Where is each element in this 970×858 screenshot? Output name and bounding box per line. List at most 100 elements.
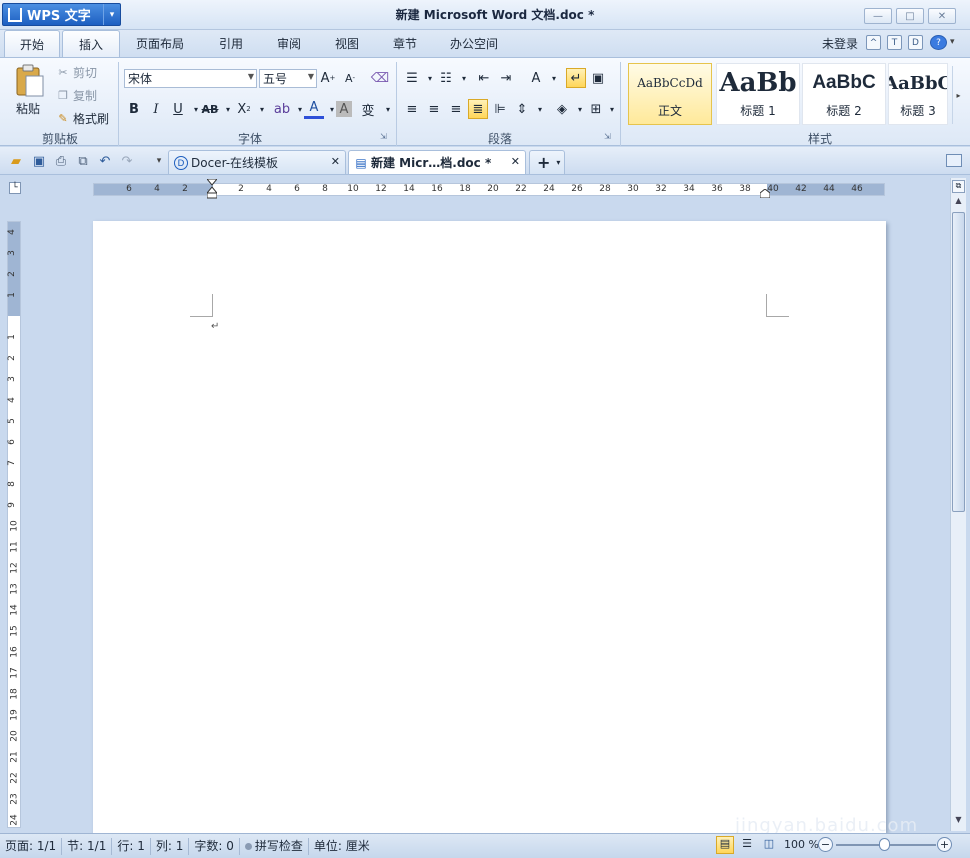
- zoom-in-icon[interactable]: +: [937, 837, 952, 852]
- status-unit[interactable]: 单位: 厘米: [309, 838, 375, 855]
- undo-icon[interactable]: ↶: [96, 152, 114, 170]
- increase-indent-icon[interactable]: ⇥: [496, 68, 516, 88]
- clear-format-icon[interactable]: ⌫: [370, 68, 390, 88]
- font-name-select[interactable]: 宋体 ▼: [124, 69, 257, 88]
- tab-office-space[interactable]: 办公空间: [440, 30, 508, 57]
- zoom-out-icon[interactable]: −: [818, 837, 833, 852]
- login-status[interactable]: 未登录: [822, 35, 858, 52]
- numbered-list-icon[interactable]: ☷: [436, 68, 456, 88]
- borders-dropdown-icon[interactable]: ▾: [602, 99, 622, 119]
- show-marks-icon[interactable]: ↵: [566, 68, 586, 88]
- collapse-ribbon-icon[interactable]: ^: [866, 35, 881, 50]
- tab-stop-selector-icon[interactable]: └: [9, 182, 21, 194]
- new-tab-dropdown-icon[interactable]: ▾: [556, 158, 560, 167]
- style-heading-1[interactable]: AaBb 标题 1: [716, 63, 800, 125]
- italic-icon[interactable]: I: [146, 99, 166, 119]
- phonetic-dropdown-icon[interactable]: ▾: [378, 99, 398, 119]
- maximize-button[interactable]: □: [896, 8, 924, 24]
- font-dialog-launcher-icon[interactable]: ⇲: [380, 132, 387, 141]
- indent-marker-icon[interactable]: [205, 178, 219, 199]
- tab-list-icon[interactable]: [946, 154, 962, 167]
- underline-icon[interactable]: U: [168, 99, 188, 119]
- align-left-icon[interactable]: ≡: [402, 99, 422, 119]
- decrease-indent-icon[interactable]: ⇤: [474, 68, 494, 88]
- scroll-thumb[interactable]: [952, 212, 965, 512]
- shrink-font-icon[interactable]: A-: [340, 68, 360, 88]
- shading-bucket-icon[interactable]: ◈: [552, 99, 572, 119]
- close-window-button[interactable]: ✕: [928, 8, 956, 24]
- paragraph-dialog-launcher-icon[interactable]: ⇲: [604, 132, 611, 141]
- align-right-icon[interactable]: ≡: [446, 99, 466, 119]
- status-page[interactable]: 页面: 1/1: [0, 837, 63, 855]
- distributed-align-icon[interactable]: ⊫: [490, 99, 510, 119]
- script-dropdown-icon[interactable]: ▾: [252, 99, 272, 119]
- superscript-icon[interactable]: X2: [234, 99, 254, 119]
- help-icon[interactable]: ?: [930, 35, 947, 50]
- strikethrough-icon[interactable]: AB: [200, 99, 220, 119]
- numbered-dropdown-icon[interactable]: ▾: [454, 68, 474, 88]
- zoom-level[interactable]: 100 %: [784, 838, 819, 851]
- style-heading-2[interactable]: AaBbC 标题 2: [802, 63, 886, 125]
- line-spacing-icon[interactable]: ⇕: [512, 99, 532, 119]
- tab-page-layout[interactable]: 页面布局: [126, 30, 194, 57]
- redo-icon[interactable]: ↷: [118, 152, 136, 170]
- align-center-icon[interactable]: ≡: [424, 99, 444, 119]
- outline-view-icon[interactable]: ☰: [738, 837, 756, 855]
- doc-tab-docer[interactable]: D Docer-在线模板 ✕: [168, 150, 346, 174]
- copy-button[interactable]: ❐ 复制: [56, 87, 97, 104]
- minimize-button[interactable]: —: [864, 8, 892, 24]
- text-box-icon[interactable]: ▣: [588, 68, 608, 88]
- app-menu-dropdown-icon[interactable]: ▾: [103, 4, 120, 25]
- skin-icon[interactable]: T: [887, 35, 902, 50]
- page-view-icon[interactable]: ▤: [716, 836, 734, 854]
- style-heading-3[interactable]: AaBbC 标题 3: [888, 63, 948, 125]
- new-tab-button[interactable]: + ▾: [529, 150, 565, 174]
- line-spacing-dropdown-icon[interactable]: ▾: [530, 99, 550, 119]
- font-size-select[interactable]: 五号 ▼: [259, 69, 317, 88]
- format-painter-button[interactable]: ✎ 格式刷: [56, 110, 109, 127]
- docer-icon[interactable]: D: [908, 35, 923, 50]
- tab-review[interactable]: 审阅: [262, 30, 316, 57]
- save-icon[interactable]: ▣: [30, 152, 48, 170]
- open-icon[interactable]: ▰: [7, 152, 25, 170]
- scroll-up-icon[interactable]: ▲: [952, 196, 965, 209]
- help-dropdown-icon[interactable]: ▾: [950, 37, 955, 47]
- bold-icon[interactable]: B: [124, 99, 144, 119]
- char-shading-icon[interactable]: A: [336, 101, 352, 117]
- tab-sections[interactable]: 章节: [378, 30, 432, 57]
- print-icon[interactable]: ⎙: [52, 152, 70, 170]
- status-word-count[interactable]: 字数: 0: [189, 837, 240, 855]
- scroll-down-icon[interactable]: ▼: [952, 815, 965, 828]
- phonetic-guide-icon[interactable]: 变: [358, 99, 378, 119]
- style-normal[interactable]: AaBbCcDd 正文: [628, 63, 712, 125]
- paste-label[interactable]: 粘贴: [16, 100, 40, 117]
- cut-button[interactable]: ✂ 剪切: [56, 64, 97, 81]
- close-tab-icon[interactable]: ✕: [511, 155, 520, 168]
- tab-home[interactable]: 开始: [4, 30, 60, 57]
- styles-more-icon[interactable]: ▸: [952, 66, 964, 124]
- highlight-icon[interactable]: ab: [272, 99, 292, 119]
- print-preview-icon[interactable]: ⧉: [74, 152, 92, 170]
- status-spell-check[interactable]: 拼写检查: [240, 837, 309, 855]
- paste-button[interactable]: [14, 64, 46, 102]
- split-view-icon[interactable]: ⧉: [952, 180, 965, 193]
- chinese-layout-dropdown-icon[interactable]: ▾: [544, 68, 564, 88]
- zoom-slider-handle[interactable]: [879, 838, 890, 851]
- tab-view[interactable]: 视图: [320, 30, 374, 57]
- app-menu-button[interactable]: WPS 文字 ▾: [2, 3, 121, 26]
- right-indent-marker-icon[interactable]: [759, 187, 771, 199]
- web-view-icon[interactable]: ◫: [760, 837, 778, 855]
- close-tab-icon[interactable]: ✕: [331, 155, 340, 168]
- vertical-scrollbar[interactable]: ⧉ ▲ ▼: [950, 178, 966, 831]
- chinese-layout-icon[interactable]: A: [526, 68, 546, 88]
- vertical-ruler[interactable]: 4 3 2 1 1 2 3 4 5 6 7 8 9 10 11 12 13 14 15 16 17 18 19 20 21 22 2…: [7, 221, 21, 828]
- doc-tab-current[interactable]: ▤ 新建 Micr…档.doc * ✕: [348, 150, 526, 174]
- justify-icon[interactable]: ≣: [468, 99, 488, 119]
- bullet-list-icon[interactable]: ☰: [402, 68, 422, 88]
- tab-references[interactable]: 引用: [204, 30, 258, 57]
- grow-font-icon[interactable]: A +: [318, 68, 338, 88]
- document-page[interactable]: ↵: [93, 221, 886, 833]
- tab-insert[interactable]: 插入: [62, 30, 120, 57]
- font-color-icon[interactable]: A: [304, 99, 324, 119]
- customize-toolbar-icon[interactable]: ▾: [150, 152, 168, 170]
